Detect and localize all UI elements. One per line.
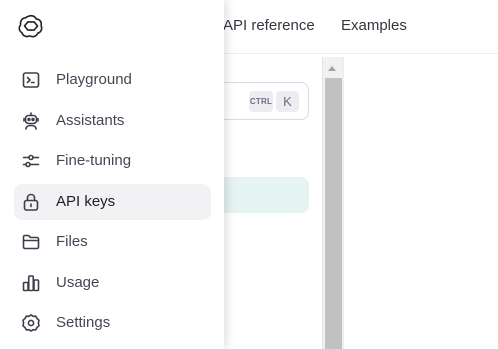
gear-icon (22, 314, 40, 332)
openai-logo-icon[interactable] (18, 13, 44, 39)
sidebar-item-label: Usage (56, 274, 100, 291)
sidebar-item-label: Settings (56, 314, 111, 331)
scrollbar-thumb[interactable] (325, 78, 342, 349)
sidebar-item-fine-tuning[interactable]: Fine-tuning (14, 143, 211, 179)
sidebar-item-label: Fine-tuning (56, 152, 132, 169)
lock-icon (23, 193, 39, 211)
bar-chart-icon (22, 275, 40, 292)
folder-icon (22, 234, 40, 250)
content-divider (343, 57, 344, 349)
sidebar-item-settings[interactable]: Settings (14, 305, 211, 341)
sidebar-item-assistants[interactable]: Assistants (14, 103, 211, 139)
scroll-up-arrow-icon[interactable] (328, 66, 336, 71)
sliders-icon (22, 154, 40, 168)
shortcut-ctrl-key: CTRL (249, 91, 273, 112)
sidebar-item-label: Playground (56, 71, 132, 88)
terminal-icon (22, 72, 40, 88)
shortcut-k-key: K (276, 91, 299, 112)
sidebar-drawer: Playground Assistants Fine-tuning API ke… (0, 0, 224, 349)
nav-link-examples[interactable]: Examples (341, 17, 407, 34)
sidebar-item-playground[interactable]: Playground (14, 62, 211, 98)
sidebar-item-usage[interactable]: Usage (14, 265, 211, 301)
robot-icon (23, 112, 39, 130)
sidebar-item-label: API keys (56, 193, 116, 210)
sidebar-item-label: Files (56, 233, 88, 250)
sidebar-item-files[interactable]: Files (14, 224, 211, 260)
sidebar-item-label: Assistants (56, 112, 125, 129)
nav-link-api-reference[interactable]: API reference (223, 17, 315, 34)
sidebar-item-api-keys[interactable]: API keys (14, 184, 211, 220)
scrollbar[interactable] (322, 57, 343, 349)
